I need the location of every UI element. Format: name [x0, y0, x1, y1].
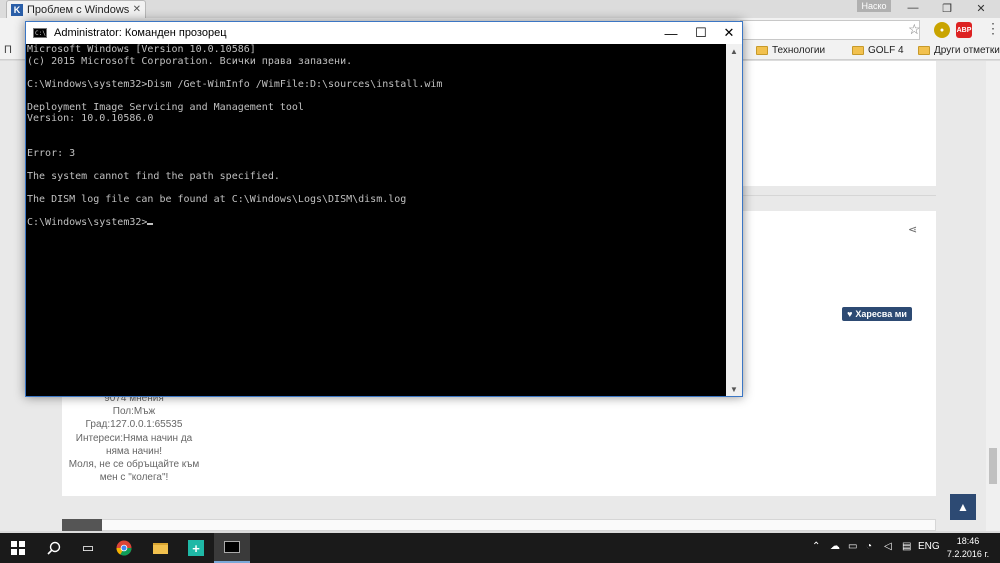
- post-divider: [740, 195, 936, 196]
- terminal-icon: C:\: [33, 28, 47, 38]
- task-view-icon: ▭: [81, 540, 95, 555]
- profile-signature-cont: мен с "колега"!: [99, 472, 169, 484]
- bookmark-label: Други отметки: [934, 45, 1000, 56]
- system-clock[interactable]: 18:46 7.2.2016 г.: [944, 535, 992, 561]
- taskbar-file-explorer[interactable]: [142, 533, 178, 563]
- console-prompt-line[interactable]: C:\Windows\system32>: [27, 217, 726, 229]
- profile-signature: Моля, не се обръщайте към: [68, 459, 200, 471]
- share-icon[interactable]: ⋖: [908, 223, 917, 236]
- taskbar: ▭ + ⌃ ☁ ▭ ◔ ◁ ▤ ENG 18:46 7.2.2016 г.: [0, 533, 1000, 563]
- like-label: Харесва ми: [855, 309, 907, 319]
- cloud-icon[interactable]: ☁: [830, 541, 840, 552]
- browser-minimize-icon[interactable]: —: [896, 0, 930, 16]
- plus-app-icon: +: [188, 540, 204, 556]
- cmd-scrollbar[interactable]: ▲ ▼: [726, 44, 742, 396]
- address-bar[interactable]: [740, 20, 920, 40]
- action-center-icon[interactable]: ▤: [902, 541, 911, 552]
- tab-close-icon[interactable]: ✕: [133, 4, 141, 15]
- bookmark-star-icon[interactable]: ☆: [908, 21, 921, 38]
- console-prompt: C:\Windows\system32>: [27, 217, 148, 229]
- reply-box[interactable]: [62, 519, 936, 531]
- like-button[interactable]: ♥ Харесва ми: [842, 307, 912, 321]
- cmd-window[interactable]: C:\ Administrator: Команден прозорец — ☐…: [25, 21, 743, 397]
- extension-icon[interactable]: ●: [934, 22, 950, 38]
- author-profile: 9074 мнения Пол:Мъж Град:127.0.0.1:65535…: [64, 392, 204, 484]
- folder-icon: [756, 46, 768, 55]
- bookmark-apps[interactable]: П: [4, 44, 12, 56]
- search-icon: [47, 541, 61, 555]
- console-line: Error: 3: [27, 147, 76, 159]
- browser-menu-icon[interactable]: ⋮: [986, 20, 1000, 37]
- folder-icon: [152, 542, 168, 554]
- text-cursor: [147, 223, 154, 226]
- console-line: Microsoft Windows [Version 10.0.10586]: [27, 44, 256, 55]
- close-icon[interactable]: ✕: [714, 22, 744, 44]
- start-button[interactable]: [0, 533, 36, 563]
- volume-icon[interactable]: ◁: [884, 541, 892, 552]
- taskbar-app-plus[interactable]: +: [178, 533, 214, 563]
- windows-logo-icon: [11, 541, 25, 555]
- cmd-title-bar[interactable]: C:\ Administrator: Команден прозорец — ☐…: [26, 22, 742, 44]
- scroll-down-icon[interactable]: ▼: [726, 382, 742, 396]
- clock-time: 18:46: [956, 536, 980, 546]
- back-to-top-button[interactable]: ▲: [950, 494, 976, 520]
- chrome-icon: [116, 540, 132, 556]
- search-button[interactable]: [36, 533, 72, 563]
- cmd-console[interactable]: Microsoft Windows [Version 10.0.10586] (…: [26, 44, 726, 396]
- cmd-window-title: Administrator: Команден прозорец: [54, 27, 227, 39]
- profile-city: Град:127.0.0.1:65535: [85, 419, 183, 431]
- taskbar-cmd[interactable]: [214, 533, 250, 563]
- profile-badge[interactable]: Наско: [857, 0, 891, 12]
- folder-icon: [852, 46, 864, 55]
- browser-tab[interactable]: K Проблем с Windows Spot ✕: [6, 0, 146, 18]
- console-line: C:\Windows\system32>Dism /Get-WimInfo /W…: [27, 78, 443, 90]
- console-line: The DISM log file can be found at C:\Win…: [27, 194, 407, 206]
- browser-restore-icon[interactable]: ❐: [930, 0, 964, 16]
- heart-icon: ♥: [847, 309, 853, 319]
- maximize-icon[interactable]: ☐: [686, 22, 716, 44]
- language-indicator[interactable]: ENG: [918, 541, 940, 552]
- reply-tab[interactable]: [62, 519, 102, 531]
- adblock-icon[interactable]: ABP: [956, 22, 972, 38]
- show-hidden-icons[interactable]: ⌃: [812, 541, 820, 552]
- profile-interests-cont: няма начин!: [105, 445, 163, 457]
- bookmark-label: GOLF 4: [868, 45, 904, 56]
- page-scrollbar-thumb[interactable]: [989, 448, 997, 484]
- bookmark-label: Технологии: [772, 45, 826, 56]
- network-icon[interactable]: ◔: [866, 541, 872, 552]
- minimize-icon[interactable]: —: [656, 22, 686, 44]
- console-line: Deployment Image Servicing and Managemen…: [27, 101, 304, 113]
- scroll-up-icon[interactable]: ▲: [726, 44, 742, 58]
- browser-close-icon[interactable]: ✕: [964, 0, 998, 16]
- console-line: Version: 10.0.10586.0: [27, 113, 154, 125]
- tab-title: Проблем с Windows Spot: [27, 3, 129, 16]
- forum-post-card: [740, 61, 936, 186]
- battery-icon[interactable]: ▭: [848, 541, 857, 552]
- taskbar-chrome[interactable]: [106, 533, 142, 563]
- task-view-button[interactable]: ▭: [70, 533, 106, 563]
- bookmark-folder-golf[interactable]: GOLF 4: [852, 45, 904, 56]
- clock-date: 7.2.2016 г.: [946, 549, 990, 559]
- site-favicon-icon: K: [11, 3, 23, 16]
- browser-tab-strip: K Проблем с Windows Spot ✕ Наско — ❐ ✕: [0, 0, 1000, 18]
- profile-gender: Пол:Мъж: [112, 406, 156, 418]
- bookmark-folder-other[interactable]: Други отметки: [918, 45, 1000, 56]
- console-line: (c) 2015 Microsoft Corporation. Всички п…: [27, 55, 353, 67]
- chevron-up-icon: ▲: [957, 500, 969, 514]
- profile-interests: Интереси:Няма начин да: [75, 432, 193, 444]
- bookmark-folder-tech[interactable]: Технологии: [756, 45, 825, 56]
- console-line: The system cannot find the path specifie…: [27, 171, 280, 183]
- folder-icon: [918, 46, 930, 55]
- terminal-icon: [224, 541, 240, 553]
